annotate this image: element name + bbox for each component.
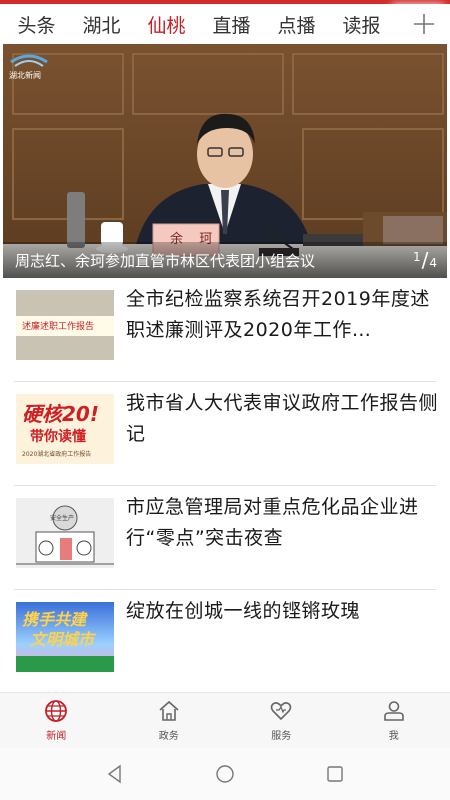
nav-government[interactable]: 政务 (113, 693, 226, 748)
news-thumbnail: 述廉述职工作报告 (16, 290, 114, 360)
nav-label: 服务 (271, 731, 292, 742)
pager-total: 4 (429, 256, 437, 270)
thumb-caption: 安全生产 (50, 515, 75, 522)
plus-icon (414, 14, 434, 34)
tab-vod[interactable]: 点播 (277, 11, 315, 38)
nav-news[interactable]: 新闻 (0, 693, 113, 748)
thumb-caption: 述廉述职工作报告 (22, 322, 95, 332)
cartoon-illustration (16, 498, 114, 568)
hero-caption-bar: 周志红、余珂参加直管市林区代表团小组会议 1/4 (3, 242, 447, 278)
thumb-subtitle: 带你读懂 (30, 429, 86, 445)
nav-me[interactable]: 我 (338, 693, 450, 748)
news-headline[interactable]: 市应急管理局对重点危化品企业进行“零点”突击夜查 (126, 492, 440, 554)
home-icon (159, 700, 179, 721)
tab-newspaper[interactable]: 读报 (342, 11, 380, 38)
tab-hubei[interactable]: 湖北 (82, 11, 120, 38)
add-channel-button[interactable] (398, 4, 450, 44)
recents-icon[interactable] (324, 763, 346, 785)
logo-text: 湖北新闻 (9, 71, 41, 80)
news-thumbnail: 硬核20! 带你读懂 2020湖北省政府工作报告 (16, 394, 114, 464)
nav-label: 政务 (158, 731, 179, 742)
news-item[interactable]: 安全生产 市应急管理局对重点危化品企业进行“零点”突击夜查 (14, 486, 436, 590)
channel-tabs: 头条 湖北 仙桃 直播 点播 读报 (0, 4, 398, 44)
nav-label: 我 (388, 731, 399, 742)
tab-xiantao[interactable]: 仙桃 (147, 11, 185, 38)
nav-service[interactable]: 服务 (225, 693, 338, 748)
thumb-subtitle: 文明城市 (30, 630, 95, 649)
news-item[interactable]: 述廉述职工作报告 全市纪检监察系统召开2019年度述职述廉测评及2020年工作… (14, 278, 436, 382)
globe-icon (45, 700, 68, 722)
tab-toutiao[interactable]: 头条 (17, 11, 55, 38)
home-circle-icon[interactable] (214, 763, 236, 785)
news-thumbnail: 安全生产 (16, 498, 114, 568)
news-headline[interactable]: 全市纪检监察系统召开2019年度述职述廉测评及2020年工作… (126, 284, 440, 346)
tab-live[interactable]: 直播 (212, 11, 250, 38)
thumb-small: 2020湖北省政府工作报告 (22, 451, 92, 458)
pager-current: 1 (412, 250, 421, 264)
back-icon[interactable] (104, 763, 126, 785)
news-list: 述廉述职工作报告 全市纪检监察系统召开2019年度述职述廉测评及2020年工作…… (0, 278, 450, 694)
user-icon (383, 701, 404, 721)
news-headline[interactable]: 我市省人大代表审议政府工作报告侧记 (126, 388, 440, 450)
news-headline[interactable]: 绽放在创城一线的铿锵玫瑰 (126, 596, 440, 627)
bottom-navigation: 新闻 政务 服务 我 (0, 692, 450, 748)
nav-label: 新闻 (46, 731, 67, 742)
hubei-news-logo: 湖北新闻 (9, 50, 49, 80)
news-item[interactable]: 硬核20! 带你读懂 2020湖北省政府工作报告 我市省人大代表审议政府工作报告… (14, 382, 438, 486)
news-thumbnail: 携手共建 文明城市 (16, 602, 114, 672)
hero-carousel[interactable]: 余 珂 湖北新闻 周志红、余珂参加直管市林区代表团小组会议 1/4 (3, 44, 447, 278)
heart-icon (270, 702, 292, 721)
hero-title[interactable]: 周志红、余珂参加直管市林区代表团小组会议 (15, 250, 395, 271)
system-navigation-bar (0, 748, 450, 800)
thumb-title: 硬核20! (22, 402, 99, 426)
carousel-pager: 1/4 (412, 248, 437, 272)
news-item[interactable]: 携手共建 文明城市 绽放在创城一线的铿锵玫瑰 (14, 590, 436, 694)
channel-bar: 头条 湖北 仙桃 直播 点播 读报 (0, 0, 450, 44)
